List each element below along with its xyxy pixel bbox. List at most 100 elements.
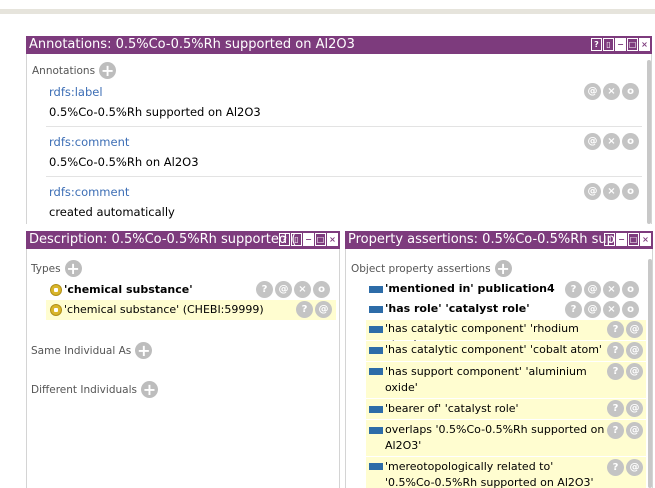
minimize-window-button[interactable]: −	[303, 233, 314, 246]
object-property-assertions-label: Object property assertions	[351, 262, 491, 275]
annotation-separator	[46, 126, 642, 127]
add-annotation-button[interactable]: +	[99, 62, 117, 79]
type-at-button[interactable]: @	[275, 281, 292, 298]
property-assertion[interactable]: 'bearer of' 'catalyst role'	[385, 401, 605, 417]
help-window-button[interactable]: ?	[279, 233, 290, 246]
annotation-at-button[interactable]: @	[584, 83, 601, 100]
annotation-value: 0.5%Co-0.5%Rh on Al2O3	[49, 155, 199, 169]
assertion-controls: ? @ × o	[565, 301, 639, 318]
annotation-property-link[interactable]: rdfs:comment	[49, 135, 129, 149]
help-icon[interactable]: ?	[607, 400, 624, 417]
maximize-window-button[interactable]: □	[315, 233, 326, 246]
help-icon[interactable]: ?	[607, 459, 624, 476]
object-property-assertions-header: Object property assertions +	[351, 260, 512, 277]
top-divider	[0, 9, 655, 14]
delete-annotation-button[interactable]: ×	[603, 133, 620, 150]
same-individual-header: Same Individual As +	[31, 342, 153, 359]
delete-assertion-button[interactable]: ×	[603, 301, 620, 318]
edit-assertion-button[interactable]: o	[622, 301, 639, 318]
maximize-window-button[interactable]: □	[628, 233, 639, 246]
same-individual-label: Same Individual As	[31, 344, 132, 357]
annotation-controls: @ × o	[584, 183, 639, 200]
delete-annotation-button[interactable]: ×	[603, 83, 620, 100]
assertion-at-button[interactable]: @	[584, 301, 601, 318]
edit-assertion-button[interactable]: o	[622, 281, 639, 298]
edit-annotation-button[interactable]: o	[622, 83, 639, 100]
minimize-window-button[interactable]: −	[615, 38, 626, 51]
different-individuals-header: Different Individuals +	[31, 381, 158, 398]
description-title-bar: Description: 0.5%Co-0.5%Rh supported ( ?…	[26, 231, 340, 249]
assertion-at-button[interactable]: @	[626, 400, 643, 417]
type-at-button[interactable]: @	[315, 301, 332, 318]
assertion-at-button[interactable]: @	[626, 363, 643, 380]
inferred-type-controls: ? @	[296, 301, 332, 318]
close-window-button[interactable]: ×	[640, 233, 651, 246]
help-icon[interactable]: ?	[607, 342, 624, 359]
assertion-at-button[interactable]: @	[626, 422, 643, 439]
help-icon[interactable]: ?	[256, 281, 273, 298]
delete-type-button[interactable]: ×	[294, 281, 311, 298]
annotation-property-link[interactable]: rdfs:label	[49, 85, 103, 99]
property-assertion[interactable]: 'has catalytic component' 'cobalt atom'	[385, 342, 605, 358]
inferred-type-entry[interactable]: 'chemical substance' (CHEBI:59999)	[64, 302, 264, 318]
class-icon	[50, 284, 62, 296]
annotations-title-bar: Annotations: 0.5%Co-0.5%Rh supported on …	[26, 36, 652, 54]
annotations-header: Annotations +	[32, 62, 117, 79]
assertion-at-button[interactable]: @	[626, 321, 643, 338]
help-icon[interactable]: ?	[565, 281, 582, 298]
annotation-separator	[46, 176, 642, 177]
property-assertion[interactable]: 'has support component' 'aluminium oxide…	[385, 364, 600, 396]
help-icon[interactable]: ?	[607, 321, 624, 338]
edit-annotation-button[interactable]: o	[622, 183, 639, 200]
delete-assertion-button[interactable]: ×	[603, 281, 620, 298]
add-type-button[interactable]: +	[64, 260, 82, 277]
split-window-button[interactable]: ▯	[603, 38, 614, 51]
types-header: Types +	[31, 260, 82, 277]
assertion-at-button[interactable]: @	[584, 281, 601, 298]
property-assertion[interactable]: 'mereotopologically related to' '0.5%Co-…	[385, 459, 605, 488]
object-property-icon	[369, 306, 383, 313]
delete-annotation-button[interactable]: ×	[603, 183, 620, 200]
split-window-button[interactable]: ▯	[604, 233, 615, 246]
object-property-icon	[369, 368, 383, 375]
assertion-controls: ? @	[607, 363, 643, 380]
help-icon[interactable]: ?	[296, 301, 313, 318]
annotation-at-button[interactable]: @	[584, 133, 601, 150]
assertion-controls: ? @	[607, 342, 643, 359]
help-icon[interactable]: ?	[607, 363, 624, 380]
description-title: Description: 0.5%Co-0.5%Rh supported (	[29, 232, 297, 247]
assertion-at-button[interactable]: @	[626, 342, 643, 359]
class-icon	[50, 304, 62, 316]
add-different-individual-button[interactable]: +	[140, 381, 158, 398]
assertion-controls: ? @	[607, 459, 643, 476]
annotation-value: 0.5%Co-0.5%Rh supported on Al2O3	[49, 105, 261, 119]
vertical-scrollbar[interactable]	[647, 60, 651, 224]
object-property-icon	[369, 326, 383, 333]
type-entry[interactable]: 'chemical substance'	[64, 282, 193, 298]
different-individuals-label: Different Individuals	[31, 383, 137, 396]
add-same-individual-button[interactable]: +	[135, 342, 153, 359]
assertion-controls: ? @	[607, 321, 643, 338]
types-label: Types	[31, 262, 61, 275]
property-assertions-title-bar: Property assertions: 0.5%Co-0.5%Rh supp(…	[345, 231, 653, 249]
edit-type-button[interactable]: o	[313, 281, 330, 298]
close-window-button[interactable]: ×	[639, 38, 650, 51]
help-icon[interactable]: ?	[607, 422, 624, 439]
property-assertion[interactable]: overlaps '0.5%Co-0.5%Rh supported on Al2…	[385, 422, 605, 454]
object-property-icon	[369, 463, 383, 470]
vertical-scrollbar[interactable]	[648, 259, 652, 488]
add-object-property-assertion-button[interactable]: +	[494, 260, 512, 277]
annotation-at-button[interactable]: @	[584, 183, 601, 200]
minimize-window-button[interactable]: −	[616, 233, 627, 246]
help-window-button[interactable]: ?	[591, 38, 602, 51]
split-window-button[interactable]: ▯	[291, 233, 302, 246]
maximize-window-button[interactable]: □	[627, 38, 638, 51]
assertion-at-button[interactable]: @	[626, 459, 643, 476]
close-window-button[interactable]: ×	[327, 233, 338, 246]
help-icon[interactable]: ?	[565, 301, 582, 318]
assertion-controls: ? @	[607, 400, 643, 417]
object-property-icon	[369, 286, 383, 293]
annotation-property-link[interactable]: rdfs:comment	[49, 185, 129, 199]
annotation-value: created automatically	[49, 205, 175, 219]
edit-annotation-button[interactable]: o	[622, 133, 639, 150]
